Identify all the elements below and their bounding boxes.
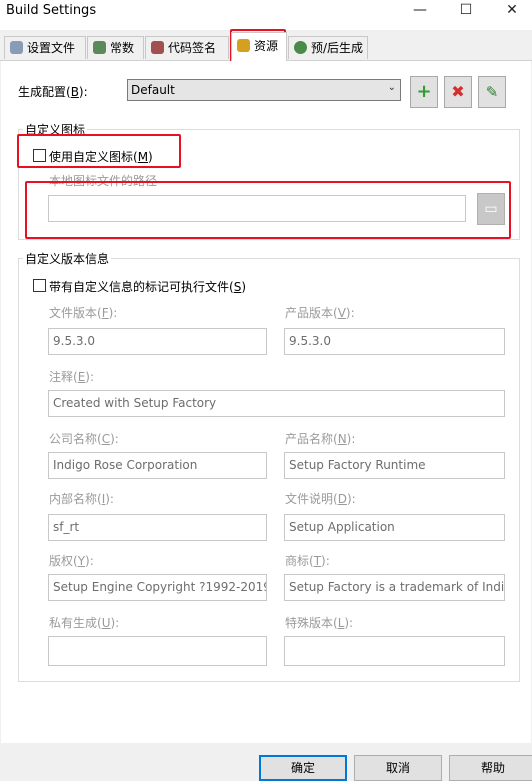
add-config-button[interactable]: + [410,76,438,108]
cancel-button[interactable]: 取消 [354,755,442,781]
edit-icon: ✎ [485,83,499,101]
tab-label: 常数 [110,41,135,55]
custom-icon-group-title: 自定义图标 [25,123,86,137]
code-sign-icon [151,41,164,54]
tab-settings-file[interactable]: 设置文件 [4,36,86,59]
use-custom-icon-label: 使用自定义图标(M) [49,150,153,164]
resources-icon [237,39,250,52]
tab-resources[interactable]: 资源 [231,32,287,61]
private-build-label: 私有生成(U): [49,616,120,630]
product-name-label: 产品名称(N): [285,432,356,446]
delete-config-button[interactable]: ✖ [444,76,472,108]
folder-icon: ▭ [484,201,498,217]
tab-label: 资源 [254,39,279,53]
file-description-label: 文件说明(D): [285,492,356,506]
edit-config-button[interactable]: ✎ [478,76,506,108]
company-input[interactable]: Indigo Rose Corporation [48,452,267,479]
copyright-input[interactable]: Setup Engine Copyright ?1992-2019 [48,574,267,601]
ok-button[interactable]: 确定 [259,755,347,781]
custom-version-checkbox[interactable] [33,279,46,292]
version-info-group-title: 自定义版本信息 [25,252,110,266]
icon-path-input[interactable] [48,195,466,222]
constants-icon [93,41,106,54]
window-title: Build Settings [6,3,97,18]
special-build-label: 特殊版本(L): [285,616,354,630]
tab-label: 代码签名 [168,41,217,55]
title-bar: Build Settings — ☐ ✕ [0,0,532,30]
trademark-input[interactable]: Setup Factory is a trademark of Indigo [284,574,505,601]
help-button[interactable]: 帮助 [449,755,532,781]
close-button[interactable]: ✕ [492,0,532,22]
copyright-label: 版权(Y): [49,554,94,568]
product-version-label: 产品版本(V): [285,306,355,320]
tab-code-signing[interactable]: 代码签名 [145,36,229,59]
pre-post-build-icon [294,41,307,54]
chevron-down-icon: ⌄ [387,82,396,93]
file-description-input[interactable]: Setup Application [284,514,505,541]
internal-name-input[interactable]: sf_rt [48,514,267,541]
tab-label: 设置文件 [27,41,76,55]
private-build-input[interactable] [48,636,267,666]
settings-file-icon [10,41,23,54]
file-version-input[interactable]: 9.5.3.0 [48,328,267,355]
tab-constants[interactable]: 常数 [87,36,144,59]
build-config-label: 生成配置(B): [18,85,88,99]
internal-name-label: 内部名称(I): [49,492,114,506]
tab-label: 预/后生成 [311,41,364,55]
comments-input[interactable]: Created with Setup Factory [48,390,505,417]
build-config-dropdown[interactable]: Default ⌄ [127,79,401,101]
special-build-input[interactable] [284,636,505,666]
browse-icon-button[interactable]: ▭ [477,193,505,225]
custom-version-label: 带有自定义信息的标记可执行文件(S) [49,280,246,294]
comments-label: 注释(E): [49,370,95,384]
delete-icon: ✖ [451,82,465,101]
icon-path-label: 本地图标文件的路径 [49,174,158,188]
build-config-value: Default [131,83,175,97]
maximize-button[interactable]: ☐ [446,0,486,22]
tab-strip: 设置文件 常数 代码签名 资源 预/后生成 [0,30,532,61]
add-icon: + [416,81,432,102]
file-version-label: 文件版本(F): [49,306,118,320]
trademark-label: 商标(T): [285,554,330,568]
product-version-input[interactable]: 9.5.3.0 [284,328,505,355]
tab-pre-post-build[interactable]: 预/后生成 [288,36,368,59]
product-name-input[interactable]: Setup Factory Runtime [284,452,505,479]
company-label: 公司名称(C): [49,432,119,446]
use-custom-icon-checkbox[interactable] [33,149,46,162]
minimize-button[interactable]: — [400,0,440,22]
